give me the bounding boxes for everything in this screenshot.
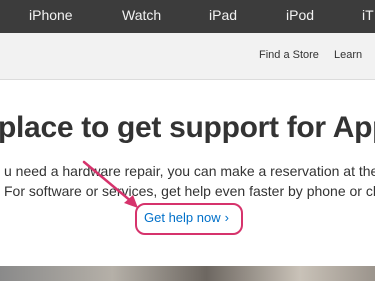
find-a-store-link[interactable]: Find a Store [259, 49, 319, 61]
get-help-now-label: Get help now [144, 210, 221, 225]
nav-iphone[interactable]: iPhone [29, 7, 73, 23]
global-nav: iPhone Watch iPad iPod iT [0, 0, 375, 33]
support-subnav: Find a Store Learn [0, 33, 375, 80]
get-help-now-link[interactable]: Get help now › [144, 210, 229, 225]
hero-description-line-1: u need a hardware repair, you can make a… [4, 163, 375, 179]
nav-itunes[interactable]: iT [362, 7, 374, 23]
hero-description-line-2: For software or services, get help even … [4, 183, 375, 199]
hero-photo-strip [0, 266, 375, 281]
chevron-right-icon: › [224, 210, 229, 225]
learn-link[interactable]: Learn [334, 49, 362, 61]
apple-support-page: iPhone Watch iPad iPod iT Find a Store L… [0, 0, 375, 281]
hero-title: place to get support for Apple [0, 111, 375, 144]
nav-ipod[interactable]: iPod [286, 7, 314, 23]
nav-ipad[interactable]: iPad [209, 7, 237, 23]
nav-watch[interactable]: Watch [122, 7, 161, 23]
